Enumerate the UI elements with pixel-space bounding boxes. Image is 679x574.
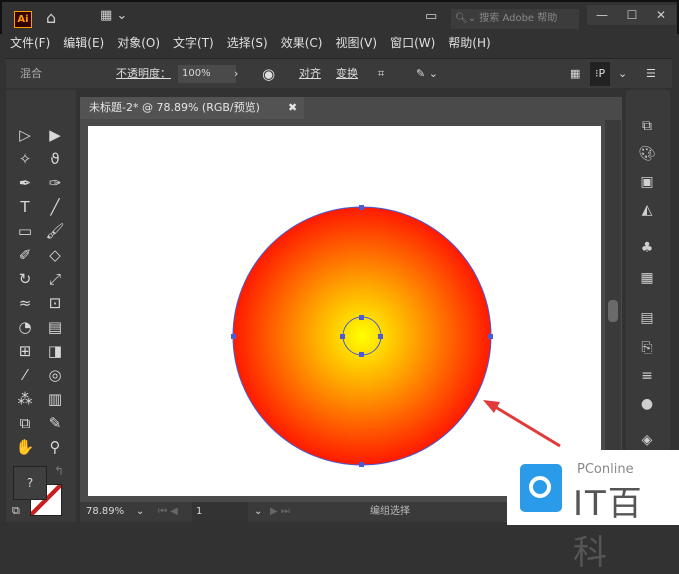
last-artboard-icon[interactable]: ▶ ⏭ xyxy=(270,502,290,522)
gradient-panel-icon[interactable]: ◭ xyxy=(634,202,660,222)
gradient-icon[interactable]: ▤ xyxy=(634,310,660,330)
logo-search-icon xyxy=(520,464,562,512)
anchor-top[interactable] xyxy=(359,205,364,210)
handle-right[interactable] xyxy=(378,334,383,339)
vertical-scrollbar[interactable] xyxy=(605,120,621,500)
anchor-bottom[interactable] xyxy=(359,462,364,467)
color-palette-icon[interactable]: 🎨︎ xyxy=(634,146,660,166)
stroke-icon[interactable]: ≡ xyxy=(634,368,660,388)
current-tool-label: 编组选择 xyxy=(370,506,410,517)
first-artboard-icon[interactable]: ⏮ ◀ xyxy=(158,502,178,522)
pathfinder-icon[interactable]: ⧉ xyxy=(634,118,660,138)
zoom-level[interactable]: 78.89% xyxy=(86,502,124,522)
color-guide-icon[interactable]: ▣ xyxy=(634,174,660,194)
symbols-icon[interactable]: ♣ xyxy=(634,240,660,260)
handle-left[interactable] xyxy=(340,334,345,339)
anchor-left[interactable] xyxy=(231,334,236,339)
gradient-circle[interactable] xyxy=(232,206,492,466)
logo-brand: PConline xyxy=(577,462,634,477)
artwork xyxy=(231,205,561,467)
artboard-number[interactable]: 1 xyxy=(192,502,248,522)
watermark-logo: PConline IT百科 xyxy=(507,450,679,573)
anchor-right[interactable] xyxy=(488,334,493,339)
handle-top[interactable] xyxy=(359,315,364,320)
swatches-icon[interactable]: ▦ xyxy=(634,270,660,290)
handle-bottom[interactable] xyxy=(359,352,364,357)
logo-name: IT百科 xyxy=(573,484,644,573)
appearance-icon[interactable]: ● xyxy=(634,396,660,416)
fill-swatch[interactable]: ? xyxy=(13,466,47,500)
zoom-dropdown-icon[interactable]: ⌄ xyxy=(136,502,144,522)
artboard-dropdown-icon[interactable]: ⌄ xyxy=(254,502,262,522)
export-icon[interactable]: ⎘ xyxy=(634,340,660,360)
scrollbar-thumb[interactable] xyxy=(608,300,618,322)
annotation-arrow xyxy=(483,400,561,448)
layers-icon[interactable]: ◈ xyxy=(634,432,660,452)
